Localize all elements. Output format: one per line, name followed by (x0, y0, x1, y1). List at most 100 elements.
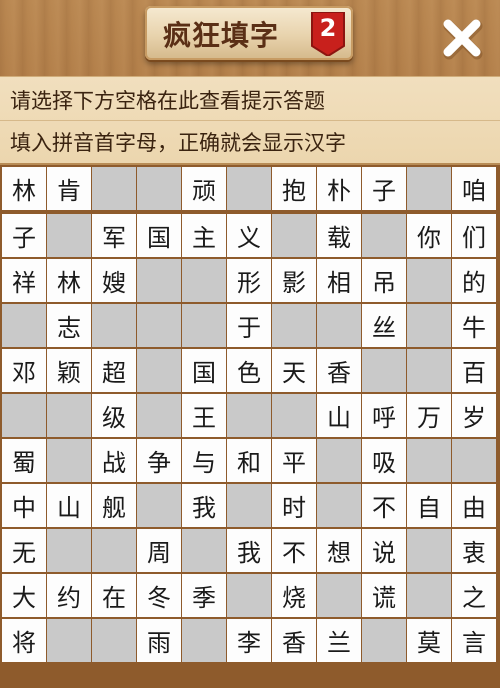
grid-cell[interactable]: 嫂 (92, 259, 136, 302)
blank-cell (317, 439, 361, 482)
grid-cell[interactable]: 舰 (92, 484, 136, 527)
grid-cell[interactable]: 不 (272, 529, 316, 572)
blank-cell (227, 574, 271, 617)
grid-cell[interactable]: 争 (137, 439, 181, 482)
grid-cell[interactable]: 咱 (452, 167, 496, 210)
grid-cell[interactable]: 邓 (2, 349, 46, 392)
grid-cell[interactable]: 主 (182, 214, 226, 257)
blank-cell (2, 394, 46, 437)
grid-cell[interactable]: 之 (452, 574, 496, 617)
grid-cell[interactable]: 抱 (272, 167, 316, 210)
blank-cell (92, 619, 136, 662)
grid-cell[interactable]: 影 (272, 259, 316, 302)
grid-cell[interactable]: 丝 (362, 304, 406, 347)
grid-cell[interactable]: 蜀 (2, 439, 46, 482)
grid-cell[interactable]: 颖 (47, 349, 91, 392)
grid-cell[interactable]: 载 (317, 214, 361, 257)
grid-cell[interactable]: 于 (227, 304, 271, 347)
grid-cell[interactable]: 我 (227, 529, 271, 572)
blank-cell (2, 304, 46, 347)
blank-cell (272, 214, 316, 257)
grid-cell[interactable]: 莫 (407, 619, 451, 662)
grid-cell[interactable]: 吸 (362, 439, 406, 482)
grid-cell[interactable]: 不 (362, 484, 406, 527)
grid-cell[interactable]: 战 (92, 439, 136, 482)
grid-cell[interactable]: 呼 (362, 394, 406, 437)
blank-cell (407, 574, 451, 617)
grid-cell[interactable]: 谎 (362, 574, 406, 617)
grid-cell[interactable]: 李 (227, 619, 271, 662)
grid-cell[interactable]: 周 (137, 529, 181, 572)
grid-cell[interactable]: 与 (182, 439, 226, 482)
grid-cell[interactable]: 在 (92, 574, 136, 617)
grid-cell[interactable]: 们 (452, 214, 496, 257)
grid-cell[interactable]: 王 (182, 394, 226, 437)
hint-line-input: 填入拼音首字母，正确就会显示汉字 (10, 131, 346, 155)
grid-cell[interactable]: 山 (47, 484, 91, 527)
grid-cell[interactable]: 无 (2, 529, 46, 572)
grid-cell[interactable]: 季 (182, 574, 226, 617)
crossword-grid: 林肯顽抱朴子咱子军国主义载你们祥林嫂形影相吊的志于丝牛邓颖超国色天香百级王山呼万… (0, 165, 500, 688)
blank-cell (317, 304, 361, 347)
grid-cell[interactable]: 香 (317, 349, 361, 392)
grid-cell[interactable]: 时 (272, 484, 316, 527)
grid-cell[interactable]: 国 (182, 349, 226, 392)
grid-cell[interactable]: 国 (137, 214, 181, 257)
grid-cell[interactable]: 大 (2, 574, 46, 617)
grid-cell[interactable]: 林 (2, 167, 46, 210)
grid-cell[interactable]: 相 (317, 259, 361, 302)
grid-cell[interactable]: 烧 (272, 574, 316, 617)
grid-cell[interactable]: 超 (92, 349, 136, 392)
grid-cell[interactable]: 的 (452, 259, 496, 302)
blank-cell (47, 439, 91, 482)
grid-cell[interactable]: 肯 (47, 167, 91, 210)
grid-cell[interactable]: 子 (2, 214, 46, 257)
grid-cell[interactable]: 香 (272, 619, 316, 662)
grid-cell[interactable]: 兰 (317, 619, 361, 662)
grid-cell[interactable]: 子 (362, 167, 406, 210)
grid-cell[interactable]: 和 (227, 439, 271, 482)
grid-cell[interactable]: 雨 (137, 619, 181, 662)
grid-cell[interactable]: 吊 (362, 259, 406, 302)
grid-cell[interactable]: 中 (2, 484, 46, 527)
grid-cell[interactable]: 志 (47, 304, 91, 347)
grid-cell[interactable]: 义 (227, 214, 271, 257)
grid-cell[interactable]: 军 (92, 214, 136, 257)
grid-cell[interactable]: 岁 (452, 394, 496, 437)
blank-cell (362, 349, 406, 392)
grid-cell[interactable]: 山 (317, 394, 361, 437)
grid-cell[interactable]: 说 (362, 529, 406, 572)
grid-cell[interactable]: 万 (407, 394, 451, 437)
grid-cell[interactable]: 色 (227, 349, 271, 392)
grid-cell[interactable]: 约 (47, 574, 91, 617)
grid-cell[interactable]: 言 (452, 619, 496, 662)
grid-cell[interactable]: 平 (272, 439, 316, 482)
grid-cell[interactable]: 林 (47, 259, 91, 302)
grid-cell[interactable]: 想 (317, 529, 361, 572)
blank-cell (47, 214, 91, 257)
grid-cell[interactable]: 将 (2, 619, 46, 662)
grid-cell[interactable]: 级 (92, 394, 136, 437)
grid-cell[interactable]: 衷 (452, 529, 496, 572)
close-button[interactable] (440, 16, 486, 62)
blank-cell (317, 484, 361, 527)
hint-line-select: 请选择下方空格在此查看提示答题 (10, 89, 325, 113)
grid-cell[interactable]: 自 (407, 484, 451, 527)
grid-cell[interactable]: 冬 (137, 574, 181, 617)
grid-cell[interactable]: 我 (182, 484, 226, 527)
blank-cell (407, 259, 451, 302)
blank-cell (137, 394, 181, 437)
blank-cell (47, 394, 91, 437)
grid-cell[interactable]: 顽 (182, 167, 226, 210)
level-number: 2 (319, 14, 337, 42)
grid-cell[interactable]: 朴 (317, 167, 361, 210)
grid-cell[interactable]: 形 (227, 259, 271, 302)
grid-cell[interactable]: 由 (452, 484, 496, 527)
game-title: 疯狂填字 (163, 19, 280, 52)
blank-cell (47, 529, 91, 572)
grid-cell[interactable]: 祥 (2, 259, 46, 302)
grid-cell[interactable]: 天 (272, 349, 316, 392)
grid-cell[interactable]: 你 (407, 214, 451, 257)
grid-cell[interactable]: 百 (452, 349, 496, 392)
grid-cell[interactable]: 牛 (452, 304, 496, 347)
